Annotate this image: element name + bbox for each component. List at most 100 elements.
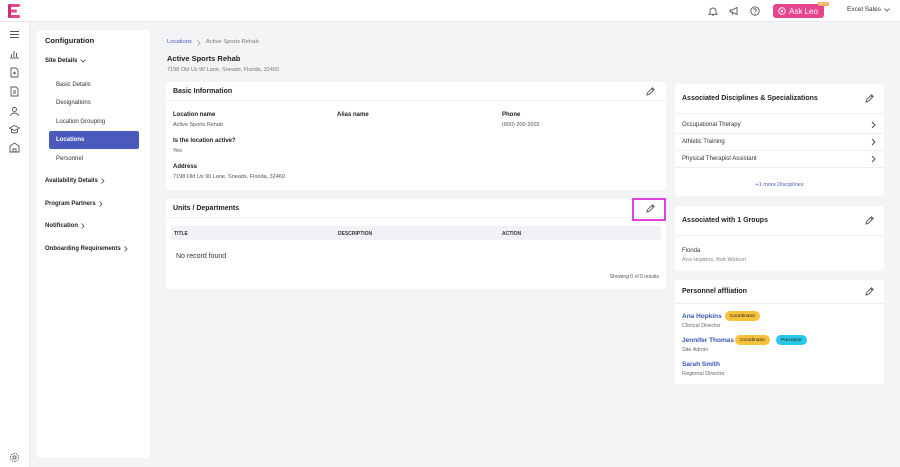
chevron-down-icon xyxy=(884,7,890,12)
config-item-location-grouping[interactable]: Location Grouping xyxy=(49,113,139,131)
person-name[interactable]: Jennifer Thomas xyxy=(682,337,734,344)
page-title: Active Sports Rehab xyxy=(167,54,241,63)
leo-icon xyxy=(778,7,786,15)
breadcrumb: Locations Active Sports Rehab xyxy=(167,39,259,46)
section-availability-details[interactable]: Availability Details xyxy=(45,178,105,184)
breadcrumb-locations[interactable]: Locations xyxy=(167,39,192,46)
chevron-right-icon xyxy=(871,138,876,146)
pencil-icon[interactable] xyxy=(864,286,875,297)
highlight-box xyxy=(632,198,666,221)
discipline-item[interactable]: Physical Therapist Assistant xyxy=(675,151,884,168)
chevron-right-icon xyxy=(197,40,201,46)
pencil-icon[interactable] xyxy=(645,86,656,97)
help-icon[interactable] xyxy=(749,5,761,17)
coordinator-badge: Coordinator xyxy=(725,311,761,321)
left-rail xyxy=(0,22,30,467)
person-role: Regional Director xyxy=(682,371,725,377)
units-departments-card: Units / Departments TITLE DESCRIPTION AC… xyxy=(166,199,666,289)
chevron-down-icon xyxy=(80,59,87,63)
more-disciplines-link[interactable]: +1 more Disciplines xyxy=(675,182,884,188)
card-title: Basic Information xyxy=(173,88,233,95)
config-item-locations[interactable]: Locations xyxy=(49,131,139,149)
personnel-card: Personnel affliation Ana Hopkins Coordin… xyxy=(675,280,884,384)
active-value: Yes xyxy=(173,148,182,154)
users-icon[interactable] xyxy=(9,106,20,117)
graduation-icon[interactable] xyxy=(9,124,20,135)
config-item-basic-details[interactable]: Basic Details xyxy=(49,76,139,94)
section-program-partners[interactable]: Program Partners xyxy=(45,201,103,207)
section-label: Notification xyxy=(45,223,78,229)
column-description: DESCRIPTION xyxy=(338,231,373,237)
chevron-right-icon xyxy=(123,246,128,252)
person-role: Site Admin xyxy=(682,347,709,353)
discipline-label: Athletic Training xyxy=(682,139,725,145)
results-count: Showing 0 of 0 results xyxy=(609,274,659,280)
section-label: Program Partners xyxy=(45,201,96,207)
section-onboarding-requirements[interactable]: Onboarding Requirements xyxy=(45,246,128,252)
bell-icon[interactable] xyxy=(707,5,719,17)
address-label: Address xyxy=(173,164,198,170)
column-action: ACTION xyxy=(502,231,522,237)
preceptor-badge: Preceptor xyxy=(776,335,807,345)
settings-icon[interactable] xyxy=(9,452,20,463)
ask-leo-button[interactable]: Ask Leo BETA xyxy=(773,2,829,18)
menu-icon[interactable] xyxy=(9,29,20,40)
pencil-icon[interactable] xyxy=(864,93,875,104)
chevron-right-icon xyxy=(871,121,876,129)
empty-state: No record found xyxy=(176,253,227,260)
phone-label: Phone xyxy=(502,112,521,118)
address-value: 7198 Old Us 90 Lane, Sneads, Florida, 32… xyxy=(173,174,285,180)
card-header: Associated Disciplines & Specializations xyxy=(675,84,884,114)
card-title: Associated with 1 Groups xyxy=(682,217,768,224)
group-name: Florida xyxy=(682,248,701,254)
megaphone-icon[interactable] xyxy=(728,5,740,17)
location-name-label: Location name xyxy=(173,112,216,118)
coordinator-badge: Coordinator xyxy=(735,335,771,345)
chevron-right-icon xyxy=(871,155,876,163)
person-name[interactable]: Sarah Smith xyxy=(682,361,720,368)
section-notification[interactable]: Notification xyxy=(45,223,85,229)
column-title: TITLE xyxy=(174,231,188,237)
person-name[interactable]: Ana Hopkins xyxy=(682,313,722,320)
chevron-right-icon xyxy=(101,178,105,184)
chevron-right-icon xyxy=(98,201,103,207)
disciplines-card: Associated Disciplines & Specializations… xyxy=(675,84,884,196)
discipline-item[interactable]: Occupational Therapy xyxy=(675,117,884,134)
building-icon[interactable] xyxy=(9,142,20,153)
org-switcher[interactable]: Excel Sales xyxy=(847,6,890,13)
app-logo[interactable] xyxy=(8,4,20,18)
chevron-right-icon xyxy=(81,223,85,229)
card-header: Personnel affliation xyxy=(675,280,884,304)
card-title: Personnel affliation xyxy=(682,288,747,295)
alias-name-label: Alias name xyxy=(337,112,369,118)
pencil-icon[interactable] xyxy=(864,215,875,226)
org-name: Excel Sales xyxy=(847,6,881,13)
group-members: Ana Hopkins, Bob Watson xyxy=(682,257,746,263)
section-label: Site Details xyxy=(45,58,78,64)
phone-value: (800) 200-2002 xyxy=(502,122,540,128)
page-subtitle-address: 7198 Old Us 90 Lane, Sneads, Florida, 32… xyxy=(167,67,279,73)
config-item-designations[interactable]: Designations xyxy=(49,94,139,112)
ask-leo-label: Ask Leo xyxy=(789,6,818,16)
basic-information-card: Basic Information Location name Active S… xyxy=(166,82,666,190)
file-icon[interactable] xyxy=(9,67,20,78)
section-label: Onboarding Requirements xyxy=(45,246,121,252)
config-item-personnel[interactable]: Personnel xyxy=(49,150,139,168)
card-title: Associated Disciplines & Specializations xyxy=(682,95,818,102)
document-icon[interactable] xyxy=(9,86,20,97)
card-title: Units / Departments xyxy=(173,205,240,212)
table-header: TITLE DESCRIPTION ACTION xyxy=(171,226,661,240)
beta-badge: BETA xyxy=(818,2,829,6)
section-site-details[interactable]: Site Details xyxy=(45,58,87,64)
configuration-panel: Configuration Site Details Basic Details… xyxy=(37,30,150,458)
discipline-label: Physical Therapist Assistant xyxy=(682,156,757,162)
person-role: Clinical Director xyxy=(682,323,721,329)
groups-card: Associated with 1 Groups Florida Ana Hop… xyxy=(675,206,884,271)
config-title: Configuration xyxy=(45,36,95,45)
section-label: Availability Details xyxy=(45,178,98,184)
chart-icon[interactable] xyxy=(9,48,20,59)
card-header: Associated with 1 Groups xyxy=(675,206,884,236)
discipline-item[interactable]: Athletic Training xyxy=(675,134,884,151)
breadcrumb-current: Active Sports Rehab xyxy=(205,39,259,45)
location-name-value: Active Sports Rehab xyxy=(173,122,224,128)
